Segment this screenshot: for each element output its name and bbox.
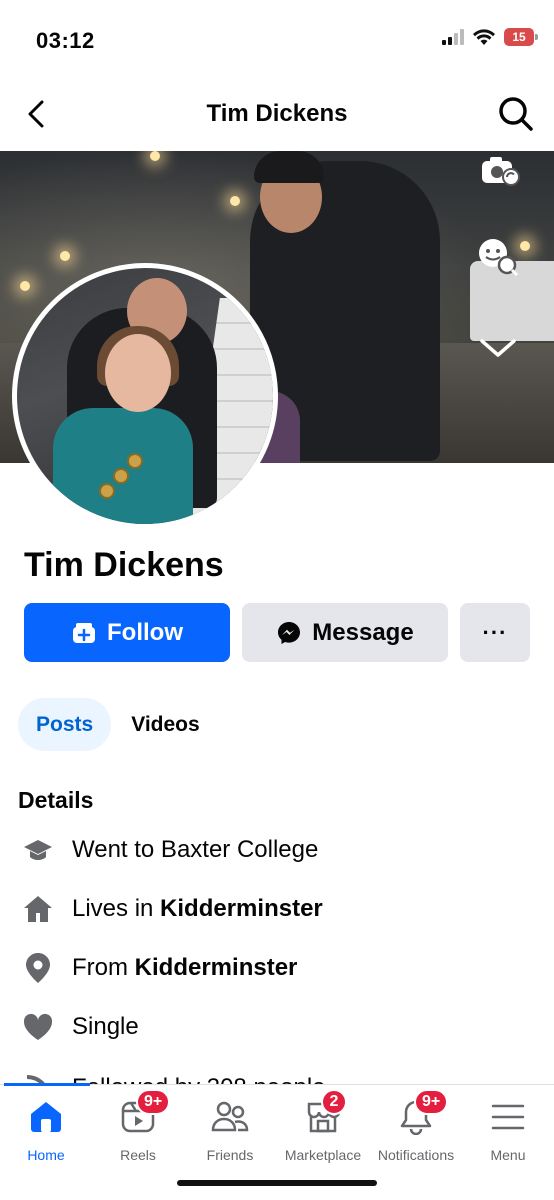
wifi-icon bbox=[473, 29, 495, 45]
nav-home[interactable]: Home bbox=[0, 1095, 92, 1163]
cover-expand-button[interactable] bbox=[476, 326, 520, 370]
notifications-badge: 9+ bbox=[414, 1089, 449, 1115]
friends-icon bbox=[208, 1095, 252, 1139]
nav-notifications[interactable]: 9+ Notifications bbox=[370, 1089, 462, 1163]
profile-tabs: Posts Videos bbox=[18, 698, 212, 751]
location-pin-icon bbox=[18, 948, 58, 988]
battery-icon: 15 bbox=[504, 28, 538, 46]
header-title: Tim Dickens bbox=[206, 100, 348, 127]
follow-icon bbox=[73, 622, 95, 643]
profile-name: Tim Dickens bbox=[24, 546, 224, 584]
nav-marketplace-label: Marketplace bbox=[284, 1147, 362, 1163]
relationship-text: Single bbox=[72, 1013, 139, 1040]
more-options-icon: ··· bbox=[482, 619, 508, 645]
profile-header: Tim Dickens bbox=[0, 80, 554, 150]
status-icons: 15 bbox=[442, 28, 538, 46]
from-place[interactable]: Kidderminster bbox=[135, 954, 298, 981]
graduation-cap-icon bbox=[18, 830, 58, 870]
marketplace-icon: 2 bbox=[301, 1089, 347, 1139]
search-button[interactable] bbox=[496, 94, 536, 134]
cover-camera-button[interactable] bbox=[478, 151, 522, 193]
camera-refresh-icon bbox=[482, 157, 520, 186]
lives-in-prefix: Lives in bbox=[72, 895, 161, 922]
home-nav-icon bbox=[24, 1095, 68, 1139]
follow-button[interactable]: Follow bbox=[24, 603, 230, 662]
from-prefix: From bbox=[72, 954, 135, 981]
nav-menu-label: Menu bbox=[490, 1147, 526, 1163]
cellular-signal-icon bbox=[442, 29, 464, 45]
home-indicator bbox=[177, 1180, 377, 1186]
heart-icon bbox=[18, 1007, 58, 1047]
education-text: Went to Baxter College bbox=[72, 836, 319, 863]
tab-posts[interactable]: Posts bbox=[18, 698, 112, 751]
detail-from: From Kidderminster bbox=[18, 948, 297, 988]
message-label: Message bbox=[312, 618, 414, 646]
messenger-icon bbox=[278, 621, 301, 644]
bell-icon: 9+ bbox=[394, 1089, 449, 1139]
detail-education: Went to Baxter College bbox=[18, 830, 318, 870]
cover-avatar-search-button[interactable] bbox=[476, 235, 520, 279]
status-time: 03:12 bbox=[36, 28, 95, 53]
nav-friends-label: Friends bbox=[206, 1147, 254, 1163]
detail-relationship: Single bbox=[18, 1007, 139, 1047]
avatar-search-icon bbox=[479, 239, 519, 277]
nav-friends[interactable]: Friends bbox=[184, 1095, 276, 1163]
battery-level: 15 bbox=[512, 30, 526, 44]
nav-marketplace[interactable]: 2 Marketplace bbox=[277, 1089, 369, 1163]
reels-badge: 9+ bbox=[136, 1089, 171, 1115]
marketplace-badge: 2 bbox=[321, 1089, 347, 1115]
nav-menu[interactable]: Menu bbox=[462, 1095, 554, 1163]
search-icon bbox=[499, 97, 533, 131]
chevron-down-icon bbox=[480, 339, 516, 357]
detail-lives-in: Lives in Kidderminster bbox=[18, 889, 323, 929]
details-heading: Details bbox=[18, 787, 94, 813]
lives-in-place[interactable]: Kidderminster bbox=[160, 895, 323, 922]
home-icon bbox=[18, 889, 58, 929]
follow-label: Follow bbox=[107, 618, 183, 646]
nav-reels[interactable]: 9+ Reels bbox=[92, 1089, 184, 1163]
profile-picture[interactable] bbox=[12, 263, 278, 529]
message-button[interactable]: Message bbox=[242, 603, 448, 662]
more-options-button[interactable]: ··· bbox=[460, 603, 530, 662]
tab-videos[interactable]: Videos bbox=[119, 698, 211, 751]
nav-home-label: Home bbox=[27, 1147, 65, 1163]
hamburger-menu-icon bbox=[486, 1095, 530, 1139]
reels-icon: 9+ bbox=[116, 1089, 171, 1139]
status-bar: 03:12 15 bbox=[0, 0, 554, 80]
nav-notifications-label: Notifications bbox=[377, 1147, 455, 1163]
active-tab-indicator bbox=[4, 1083, 90, 1086]
nav-reels-label: Reels bbox=[120, 1147, 156, 1163]
